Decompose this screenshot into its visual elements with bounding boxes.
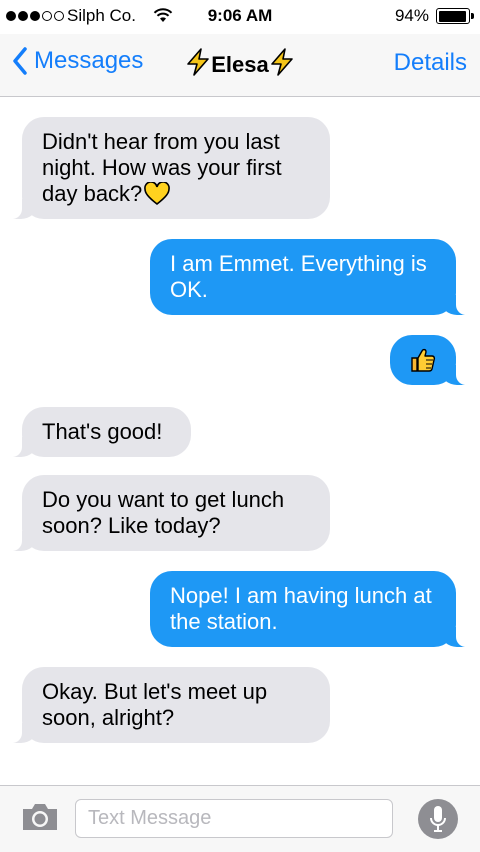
message-text: Okay. But let's meet up soon, alright?: [42, 679, 268, 730]
lightning-bolt-icon: [187, 48, 210, 76]
message-text: Do you want to get lunch soon? Like toda…: [42, 487, 285, 538]
compose-bar: [0, 785, 480, 852]
message-thread[interactable]: Didn't hear from you last night. How was…: [0, 97, 480, 785]
incoming-message[interactable]: Didn't hear from you last night. How was…: [8, 117, 330, 219]
battery-icon: [436, 8, 470, 24]
message-input[interactable]: [75, 799, 393, 838]
contact-name: Elesa: [211, 52, 269, 77]
outgoing-message[interactable]: [390, 335, 470, 385]
incoming-message[interactable]: Do you want to get lunch soon? Like toda…: [8, 475, 330, 551]
message-text: Nope! I am having lunch at the station.: [170, 583, 432, 634]
microphone-icon: [430, 806, 446, 832]
battery-percent: 94%: [394, 6, 429, 25]
camera-icon: [23, 804, 57, 830]
outgoing-message[interactable]: I am Emmet. Everything is OK.: [150, 239, 470, 315]
outgoing-message[interactable]: Nope! I am having lunch at the station.: [150, 571, 470, 647]
message-text: I am Emmet. Everything is OK.: [170, 251, 427, 302]
incoming-message[interactable]: That's good!: [8, 407, 191, 457]
battery-tip: [471, 13, 474, 19]
status-bar: Silph Co. 9:06 AM 94%: [0, 0, 480, 34]
microphone-button[interactable]: [418, 799, 458, 839]
nav-bar: Messages Elesa Details: [0, 34, 480, 97]
incoming-message[interactable]: Okay. But let's meet up soon, alright?: [8, 667, 330, 743]
message-text: That's good!: [42, 419, 163, 444]
lightning-bolt-icon: [270, 48, 293, 76]
yellow-heart-icon: [144, 182, 171, 206]
camera-button[interactable]: [20, 801, 60, 838]
details-button[interactable]: Details: [394, 49, 467, 77]
thumbs-up-icon: [411, 348, 436, 372]
